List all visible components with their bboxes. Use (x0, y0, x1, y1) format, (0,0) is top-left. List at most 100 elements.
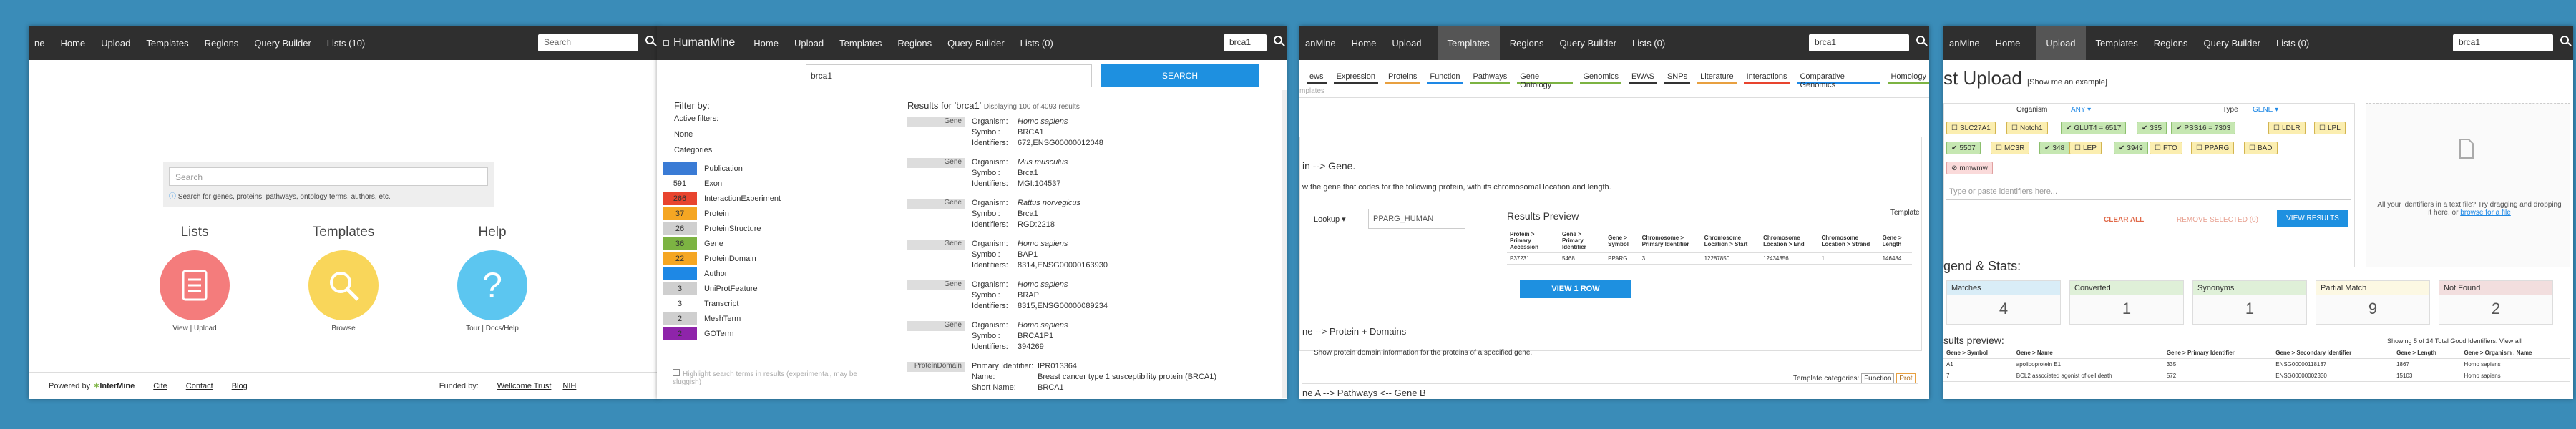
stat-box[interactable]: Synonyms 1 (2192, 280, 2307, 325)
category-function[interactable]: Function (1861, 373, 1895, 384)
category-item[interactable]: 591 Exon (663, 177, 935, 191)
preview-note[interactable]: Showing 5 of 14 Total Good Identifiers. … (2387, 337, 2522, 345)
result-field[interactable]: Symbol: BRCA1 (972, 128, 1044, 137)
help-links[interactable]: Tour | Docs/Help (442, 325, 542, 332)
search-icon[interactable] (645, 36, 654, 44)
nav-lists[interactable]: Lists (0) (1632, 38, 1665, 49)
search-icon[interactable] (1274, 36, 1282, 44)
category-item[interactable]: 26 ProteinStructure (663, 222, 935, 236)
category-item[interactable]: 266 InteractionExperiment (663, 192, 935, 206)
identifier-chip[interactable]: ☐ LDLR (2268, 122, 2306, 134)
scrollbar[interactable] (1282, 90, 1287, 398)
search-button[interactable]: SEARCH (1101, 64, 1259, 87)
highlight-checkbox[interactable] (673, 369, 680, 376)
nav-templates[interactable]: Templates (839, 38, 882, 49)
lists-circle[interactable] (160, 250, 230, 320)
footer-wellcome-link[interactable]: Wellcome Trust (497, 382, 552, 390)
template-3-title[interactable]: ne A --> Pathways <-- Gene B (1302, 388, 1426, 398)
tab-category[interactable]: SNPs (1664, 72, 1691, 84)
identifier-chip[interactable]: ✔ 5507 (1946, 142, 1981, 154)
nav-search-input[interactable]: Search (538, 34, 638, 51)
identifier-chip[interactable]: ✔ 348 (2039, 142, 2070, 154)
search-icon[interactable] (2560, 36, 2569, 44)
footer-cite-link[interactable]: Cite (153, 382, 167, 390)
result-field[interactable]: Primary Identifier: IPR013364 (972, 362, 1077, 370)
tab-category[interactable]: Function (1427, 72, 1463, 84)
tab-category[interactable]: Literature (1697, 72, 1737, 84)
view-row-button[interactable]: VIEW 1 ROW (1520, 280, 1631, 298)
result-field[interactable]: Identifiers: 672,ENSG00000012048 (972, 139, 1103, 147)
templates-circle[interactable] (308, 250, 379, 320)
template-2-title[interactable]: ne --> Protein + Domains (1302, 326, 1406, 337)
lookup-input[interactable]: PPARG_HUMAN (1368, 209, 1465, 229)
result-field[interactable]: Identifiers: 8314,ENSG00000163930 (972, 261, 1108, 270)
identifier-chip[interactable]: ☐ LEP (2069, 142, 2102, 154)
category-item[interactable]: 2 GOTerm (663, 327, 935, 341)
result-field[interactable]: Identifiers: 8315,ENSG00000089234 (972, 302, 1108, 310)
result-field[interactable]: Symbol: BRCA1P1 (972, 332, 1053, 340)
identifier-input[interactable]: Type or paste identifiers here... (1946, 184, 2351, 200)
nav-lists[interactable]: Lists (10) (327, 38, 365, 49)
logo-fragment[interactable]: anMine (1305, 38, 1336, 49)
tab-category[interactable]: Homology (1888, 72, 1929, 84)
footer-contact-link[interactable]: Contact (186, 382, 213, 390)
nav-regions[interactable]: Regions (897, 38, 932, 49)
intermine-logo[interactable]: ✶InterMine (93, 381, 135, 390)
category-proteins[interactable]: Prot (1896, 373, 1916, 384)
identifier-chip[interactable]: ✔ PSS16 = 7303 (2171, 122, 2236, 134)
nav-home[interactable]: Home (60, 38, 85, 49)
nav-search-input[interactable]: brca1 (1224, 34, 1267, 51)
humanmine-logo[interactable]: HumanMine (663, 36, 735, 49)
nav-lists[interactable]: Lists (0) (2276, 38, 2309, 49)
nav-home[interactable]: Home (1352, 38, 1377, 49)
nav-lists[interactable]: Lists (0) (1020, 38, 1053, 49)
result-field[interactable]: Organism: Homo sapiens (972, 240, 1068, 248)
category-item[interactable]: 37 Protein (663, 207, 935, 221)
query-input[interactable]: brca1 (806, 64, 1092, 87)
identifier-chip[interactable]: ☐ Notch1 (2006, 122, 2048, 134)
show-example-link[interactable]: [Show me an example] (2027, 78, 2107, 87)
result-field[interactable]: Symbol: BRAP (972, 291, 1039, 300)
category-item[interactable]: Publication (663, 162, 935, 176)
tab-category[interactable]: Proteins (1385, 72, 1420, 84)
nav-home[interactable]: Home (753, 38, 779, 49)
file-drop-zone[interactable]: All your identifiers in a text file? Try… (2366, 103, 2570, 267)
clear-all-button[interactable]: CLEAR ALL (2104, 216, 2144, 224)
nav-regions[interactable]: Regions (1510, 38, 1544, 49)
tab-category[interactable]: Expression (1333, 72, 1378, 84)
result-field[interactable]: Symbol: Brca1 (972, 209, 1038, 218)
type-select[interactable]: GENE ▾ (2253, 106, 2278, 114)
category-item[interactable]: 36 Gene (663, 237, 935, 251)
nav-regions[interactable]: Regions (2154, 38, 2188, 49)
tab-category[interactable]: Interactions (1743, 72, 1790, 84)
tab-category[interactable]: Genomics (1580, 72, 1621, 84)
remove-selected-button[interactable]: REMOVE SELECTED (0) (2177, 216, 2258, 224)
identifier-chip[interactable]: ⊘ mmwmw (1946, 162, 1993, 174)
stat-box[interactable]: Partial Match 9 (2316, 280, 2430, 325)
nav-templates[interactable]: Templates (1437, 26, 1500, 60)
category-item[interactable]: 3 Transcript (663, 297, 935, 311)
result-field[interactable]: Organism: Homo sapiens (972, 280, 1068, 289)
identifier-chip[interactable]: ✔ GLUT4 = 6517 (2061, 122, 2127, 134)
organism-select[interactable]: ANY ▾ (2071, 106, 2091, 114)
view-results-button[interactable]: VIEW RESULTS (2277, 210, 2348, 227)
category-item[interactable]: Author (663, 267, 935, 281)
nav-home[interactable]: Home (1996, 38, 2021, 49)
lists-links[interactable]: View | Upload (145, 325, 245, 332)
result-field[interactable]: Identifiers: MGI:104537 (972, 179, 1061, 188)
result-field[interactable]: Symbol: BAP1 (972, 250, 1038, 259)
result-field[interactable]: Identifiers: RGD:2218 (972, 220, 1055, 229)
result-field[interactable]: Organism: Mus musculus (972, 158, 1068, 167)
identifier-chip[interactable]: ☐ SLC27A1 (1946, 122, 1996, 134)
footer-nih-link[interactable]: NIH (562, 382, 576, 390)
result-field[interactable]: Organism: Rattus norvegicus (972, 199, 1080, 207)
nav-search-input[interactable]: brca1 (2453, 34, 2553, 51)
result-field[interactable]: Identifiers: 394269 (972, 342, 1044, 351)
tab-category[interactable]: ews (1307, 72, 1327, 84)
search-icon[interactable] (1916, 36, 1925, 44)
nav-query-builder[interactable]: Query Builder (947, 38, 1004, 49)
identifier-chip[interactable]: ☐ FTO (2150, 142, 2182, 154)
logo-fragment[interactable]: anMine (1949, 38, 1980, 49)
identifier-chip[interactable]: ☐ PPARG (2191, 142, 2235, 154)
identifier-chip[interactable]: ✔ 335 (2137, 122, 2167, 134)
